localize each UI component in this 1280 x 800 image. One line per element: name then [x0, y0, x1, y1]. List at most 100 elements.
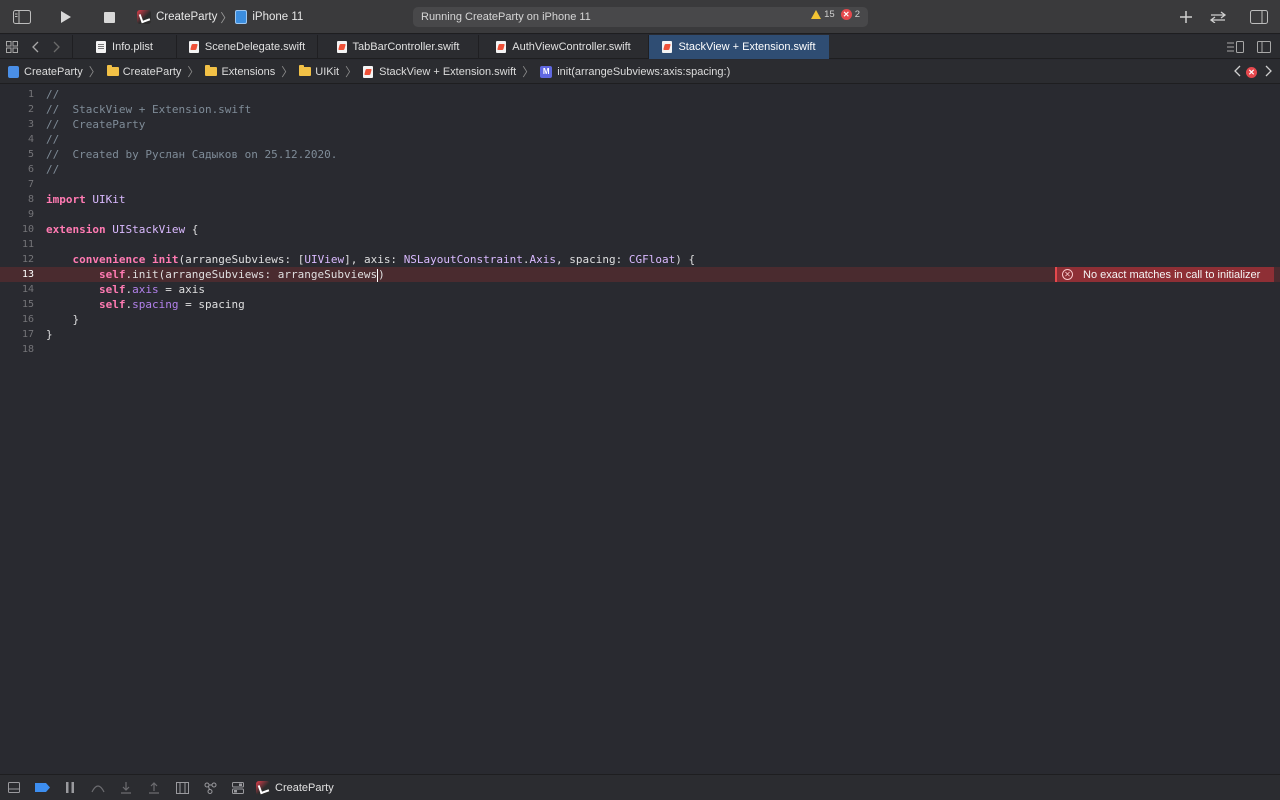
app-icon [256, 780, 270, 795]
code-text[interactable]: convenience init(arrangeSubviews: [UIVie… [46, 252, 696, 267]
breakpoints-icon[interactable] [28, 775, 56, 800]
add-icon[interactable] [1178, 8, 1194, 26]
debug-bar: CreateParty [0, 774, 1280, 800]
error-icon[interactable]: ✕ [1246, 67, 1257, 78]
chevron-right-icon: 〉 [187, 65, 200, 79]
stop-icon[interactable] [101, 8, 117, 26]
error-message: No exact matches in call to initializer [1083, 268, 1261, 281]
code-line: 18 [21, 344, 34, 355]
method-icon: M [540, 65, 553, 78]
breadcrumb-group-extensions[interactable]: Extensions 〉 [205, 63, 299, 80]
toolbar: CreateParty 〉 iPhone 11 Running CreatePa… [0, 0, 1280, 34]
code-text[interactable]: // Created by Руслан Садыков on 25.12.20… [46, 147, 337, 162]
chevron-right-icon: 〉 [522, 65, 535, 79]
swap-icon[interactable] [1208, 8, 1228, 26]
tab-info-plist[interactable]: Info.plist [72, 35, 176, 59]
code-line: 5 // Created by Руслан Садыков on 25.12.… [27, 147, 338, 162]
step-into-icon[interactable] [112, 775, 140, 800]
chevron-right-icon: 〉 [88, 65, 101, 79]
breadcrumb-file[interactable]: StackView + Extension.swift 〉 [363, 63, 540, 80]
code-text[interactable]: // [46, 132, 59, 147]
code-text[interactable]: self.axis = axis [46, 282, 205, 297]
chevron-right-icon: 〉 [220, 10, 233, 25]
swift-file-icon [188, 41, 199, 53]
jump-bar: CreateParty 〉 CreateParty 〉 Extensions 〉… [0, 60, 1280, 84]
error-count[interactable]: ✕ 2 [840, 9, 860, 20]
editor-options-icon[interactable] [1226, 40, 1244, 54]
plist-file-icon [96, 41, 107, 53]
code-line: 1 // [27, 87, 60, 102]
breadcrumb-group-uikit[interactable]: UIKit 〉 [299, 63, 363, 80]
previous-issue-icon[interactable] [1234, 65, 1242, 80]
error-icon: ✕ [840, 9, 852, 20]
warning-count[interactable]: 15 [811, 9, 835, 20]
device-icon [235, 10, 248, 24]
run-icon[interactable] [58, 8, 74, 26]
breadcrumb-symbol[interactable]: M init(arrangeSubviews:axis:spacing:) [540, 65, 730, 78]
code-text[interactable]: // CreateParty [46, 117, 145, 132]
project-icon [8, 65, 19, 78]
split-editor-icon[interactable] [1256, 40, 1272, 54]
code-line: 6 // [27, 162, 60, 177]
scheme-selector[interactable]: CreateParty 〉 iPhone 11 [137, 8, 303, 26]
hide-debug-area-icon[interactable] [0, 775, 28, 800]
app-icon [137, 10, 151, 24]
environment-overrides-icon[interactable] [224, 775, 252, 800]
code-text[interactable]: import UIKit [46, 192, 126, 207]
next-issue-icon[interactable] [1264, 65, 1272, 80]
code-line: 14 self.axis = axis [21, 282, 205, 297]
code-text[interactable]: // [46, 87, 59, 102]
debug-target[interactable]: CreateParty [256, 780, 334, 795]
chevron-right-icon: 〉 [281, 65, 294, 79]
code-line: 16 } [21, 312, 80, 327]
code-text[interactable]: } [46, 327, 53, 342]
code-line: 11 [21, 239, 34, 250]
tab-tabbar-controller[interactable]: TabBarController.swift [317, 35, 478, 59]
tab-scene-delegate[interactable]: SceneDelegate.swift [176, 35, 317, 59]
source-editor[interactable]: 1 // 2 // StackView + Extension.swift 3 … [0, 85, 1280, 774]
memory-graph-icon[interactable] [196, 775, 224, 800]
code-text[interactable]: self.spacing = spacing [46, 297, 245, 312]
code-text[interactable]: } [46, 312, 79, 327]
text-cursor [377, 268, 379, 282]
code-line: 2 // StackView + Extension.swift [27, 102, 252, 117]
device-name[interactable]: iPhone 11 [252, 11, 303, 23]
folder-icon [299, 65, 312, 76]
grid-icon[interactable] [5, 40, 19, 54]
view-hierarchy-icon[interactable] [168, 775, 196, 800]
tab-auth-view-controller[interactable]: AuthViewController.swift [478, 35, 648, 59]
warning-icon [811, 9, 822, 19]
scheme-name: CreateParty [156, 11, 218, 23]
code-text-current[interactable]: self.init(arrangeSubviews: arrangeSubvie… [46, 267, 385, 282]
tab-bar: Info.plist SceneDelegate.swift TabBarCon… [0, 35, 1280, 59]
swift-file-icon [496, 41, 507, 53]
breadcrumb-group-createparty[interactable]: CreateParty 〉 [106, 63, 206, 80]
chevron-right-icon: 〉 [345, 65, 358, 79]
code-line: 12 convenience init(arrangeSubviews: [UI… [21, 252, 696, 267]
error-icon: ✕ [1062, 269, 1073, 280]
issue-navigation: ✕ [1234, 65, 1272, 80]
step-over-icon[interactable] [84, 775, 112, 800]
issue-counts[interactable]: 15 ✕ 2 [811, 9, 860, 20]
inspector-toggle-icon[interactable] [1250, 8, 1268, 26]
code-text[interactable]: // StackView + Extension.swift [46, 102, 251, 117]
folder-icon [106, 65, 119, 76]
tab-stackview-extension[interactable]: StackView + Extension.swift [648, 35, 829, 59]
code-text[interactable]: extension UIStackView { [46, 222, 198, 237]
pause-icon[interactable] [56, 775, 84, 800]
code-text[interactable]: // [46, 162, 59, 177]
code-line: 7 [27, 179, 34, 190]
step-out-icon[interactable] [140, 775, 168, 800]
back-icon[interactable] [30, 40, 42, 54]
swift-file-icon [662, 41, 673, 53]
code-line: 15 self.spacing = spacing [21, 297, 245, 312]
activity-viewer: Running CreateParty on iPhone 11 15 ✕ 2 [413, 7, 868, 27]
error-annotation[interactable]: ✕ No exact matches in call to initialize… [1055, 267, 1274, 282]
breadcrumb-project[interactable]: CreateParty 〉 [8, 63, 107, 80]
code-line: 10 extension UIStackView { [21, 222, 199, 237]
forward-icon[interactable] [50, 40, 62, 54]
code-line: 8 import UIKit [27, 192, 126, 207]
swift-file-icon [363, 65, 374, 78]
sidebar-toggle-icon[interactable] [13, 8, 31, 26]
code-line: 4 // [27, 132, 60, 147]
